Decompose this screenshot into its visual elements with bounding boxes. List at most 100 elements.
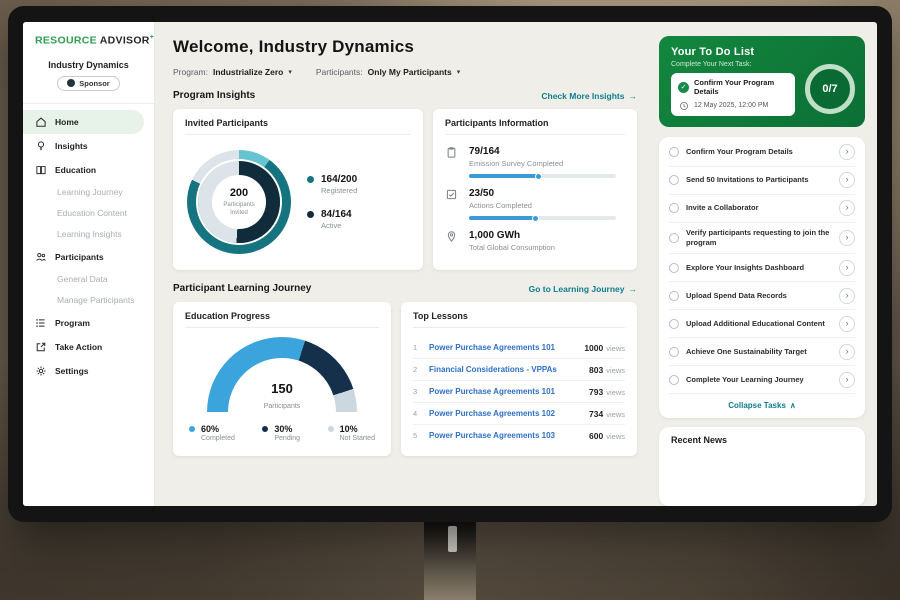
chevron-down-icon[interactable]: ▾ (457, 68, 461, 76)
lesson-rank: 2 (413, 365, 421, 374)
sidebar-item-general-data[interactable]: General Data (23, 269, 154, 290)
sidebar-item-learning-insights[interactable]: Learning Insights (23, 224, 154, 245)
sidebar-item-participants[interactable]: Participants (23, 245, 154, 269)
go-to-learning-journey-link[interactable]: Go to Learning Journey → (529, 284, 637, 294)
chevron-down-icon[interactable]: ▾ (288, 68, 292, 76)
chevron-right-icon[interactable]: › (839, 288, 855, 304)
legend-item-active: 84/164 Active (307, 209, 357, 230)
sponsor-badge[interactable]: Sponsor (57, 76, 119, 91)
task-row[interactable]: Invite a Collaborator › (669, 195, 855, 223)
sidebar-item-take-action[interactable]: Take Action (23, 335, 154, 359)
participants-filter-label: Participants: (316, 67, 363, 77)
task-row[interactable]: Explore Your Insights Dashboard › (669, 254, 855, 282)
legend-item-pending: 30% Pending (262, 424, 300, 442)
task-checkbox[interactable] (669, 203, 679, 213)
lesson-rank: 5 (413, 431, 421, 440)
task-row[interactable]: Achieve One Sustainability Target › (669, 338, 855, 366)
invited-center-label: Participants Invited (217, 201, 261, 217)
section-title: Participant Learning Journey (173, 283, 311, 294)
survey-icon (445, 146, 458, 159)
task-label: Verify participants requesting to join t… (686, 228, 832, 248)
lesson-rank: 4 (413, 409, 421, 418)
participants-filter-value: Only My Participants (368, 67, 452, 77)
task-row[interactable]: Complete Your Learning Journey › (669, 366, 855, 394)
sidebar-item-education-content[interactable]: Education Content (23, 203, 154, 224)
chevron-right-icon[interactable]: › (839, 372, 855, 388)
task-checkbox[interactable] (669, 263, 679, 273)
task-label: Confirm Your Program Details (686, 147, 832, 157)
program-filter[interactable]: Program: Industrialize Zero ▾ (173, 67, 292, 77)
chevron-right-icon[interactable]: › (839, 316, 855, 332)
task-label: Upload Spend Data Records (686, 291, 832, 301)
task-row[interactable]: Upload Additional Educational Content › (669, 310, 855, 338)
card-title: Invited Participants (185, 118, 411, 135)
invited-legend: 164/200 Registered 84/164 Active (307, 174, 357, 230)
sidebar-item-settings[interactable]: Settings (23, 359, 154, 383)
logo-text-secondary: ADVISOR (100, 35, 150, 47)
chevron-right-icon[interactable]: › (839, 200, 855, 216)
task-checkbox[interactable] (669, 233, 679, 243)
chevron-right-icon[interactable]: › (839, 260, 855, 276)
next-task-card[interactable]: ✓ Confirm Your Program Details 12 May 20… (671, 73, 795, 116)
legend-label: Not Started (340, 435, 375, 442)
task-checkbox[interactable] (669, 375, 679, 385)
task-checkbox[interactable] (669, 291, 679, 301)
lesson-link[interactable]: Power Purchase Agreements 101 (429, 343, 576, 352)
task-label: Invite a Collaborator (686, 203, 832, 213)
stat-progress-fill (469, 216, 536, 220)
invited-center-value: 200 (230, 187, 248, 199)
lesson-views: 600views (589, 431, 625, 441)
app-screen: RESOURCE ADVISOR+ Industry Dynamics Spon… (23, 22, 877, 506)
legend-value: 84/164 (321, 209, 357, 220)
legend-dot (328, 426, 334, 432)
section-title: Program Insights (173, 90, 255, 101)
lesson-views: 734views (589, 409, 625, 419)
legend-label: Registered (321, 186, 357, 195)
lesson-link[interactable]: Power Purchase Agreements 101 (429, 387, 581, 396)
lesson-link[interactable]: Financial Considerations - VPPAs (429, 365, 581, 374)
task-checkbox[interactable] (669, 319, 679, 329)
check-more-insights-link[interactable]: Check More Insights → (541, 91, 637, 101)
next-task-label: Confirm Your Program Details (694, 78, 788, 97)
card-title: Participants Information (445, 118, 625, 135)
task-row[interactable]: Verify participants requesting to join t… (669, 223, 855, 255)
task-checkbox[interactable] (669, 347, 679, 357)
take-action-icon (35, 341, 47, 353)
sidebar-item-learning-journey[interactable]: Learning Journey (23, 182, 154, 203)
lesson-link[interactable]: Power Purchase Agreements 102 (429, 409, 581, 418)
task-row[interactable]: Confirm Your Program Details › (669, 139, 855, 167)
chevron-right-icon[interactable]: › (839, 344, 855, 360)
sidebar-item-label: Participants (55, 252, 104, 262)
sidebar-item-label: Settings (55, 366, 89, 376)
education-progress-card: Education Progress 150 Participants (173, 302, 391, 456)
chevron-right-icon[interactable]: › (839, 172, 855, 188)
sidebar-item-home[interactable]: Home (23, 110, 144, 134)
sidebar-item-insights[interactable]: Insights (23, 134, 154, 158)
task-list-card: Confirm Your Program Details › Send 50 I… (659, 137, 865, 419)
task-row[interactable]: Upload Spend Data Records › (669, 282, 855, 310)
collapse-tasks-link[interactable]: Collapse Tasks ∧ (669, 394, 855, 416)
legend-label: Pending (274, 435, 300, 442)
task-checkbox[interactable] (669, 175, 679, 185)
sidebar-item-label: Insights (55, 141, 88, 151)
stat-label: Total Global Consumption (469, 243, 625, 252)
stat-actions-completed: 23/50 Actions Completed (445, 188, 625, 220)
chevron-right-icon[interactable]: › (839, 144, 855, 160)
lesson-views: 1000views (584, 343, 625, 353)
chevron-right-icon[interactable]: › (839, 230, 855, 246)
sidebar-item-manage-participants[interactable]: Manage Participants (23, 290, 154, 311)
lesson-link[interactable]: Power Purchase Agreements 103 (429, 431, 581, 440)
sidebar-item-education[interactable]: Education (23, 158, 154, 182)
task-checkbox[interactable] (669, 147, 679, 157)
location-pin-icon (445, 230, 458, 243)
chevron-up-icon: ∧ (790, 401, 796, 410)
sidebar-item-program[interactable]: Program (23, 311, 154, 335)
participants-filter[interactable]: Participants: Only My Participants ▾ (316, 67, 460, 77)
task-label: Send 50 Invitations to Participants (686, 175, 832, 185)
desk-background: RESOURCE ADVISOR+ Industry Dynamics Spon… (0, 0, 900, 600)
gauge-center-label: Participants (264, 403, 301, 410)
check-circle-icon: ✓ (678, 82, 689, 93)
home-icon (35, 116, 47, 128)
stat-progress-fill (469, 174, 539, 178)
task-row[interactable]: Send 50 Invitations to Participants › (669, 167, 855, 195)
